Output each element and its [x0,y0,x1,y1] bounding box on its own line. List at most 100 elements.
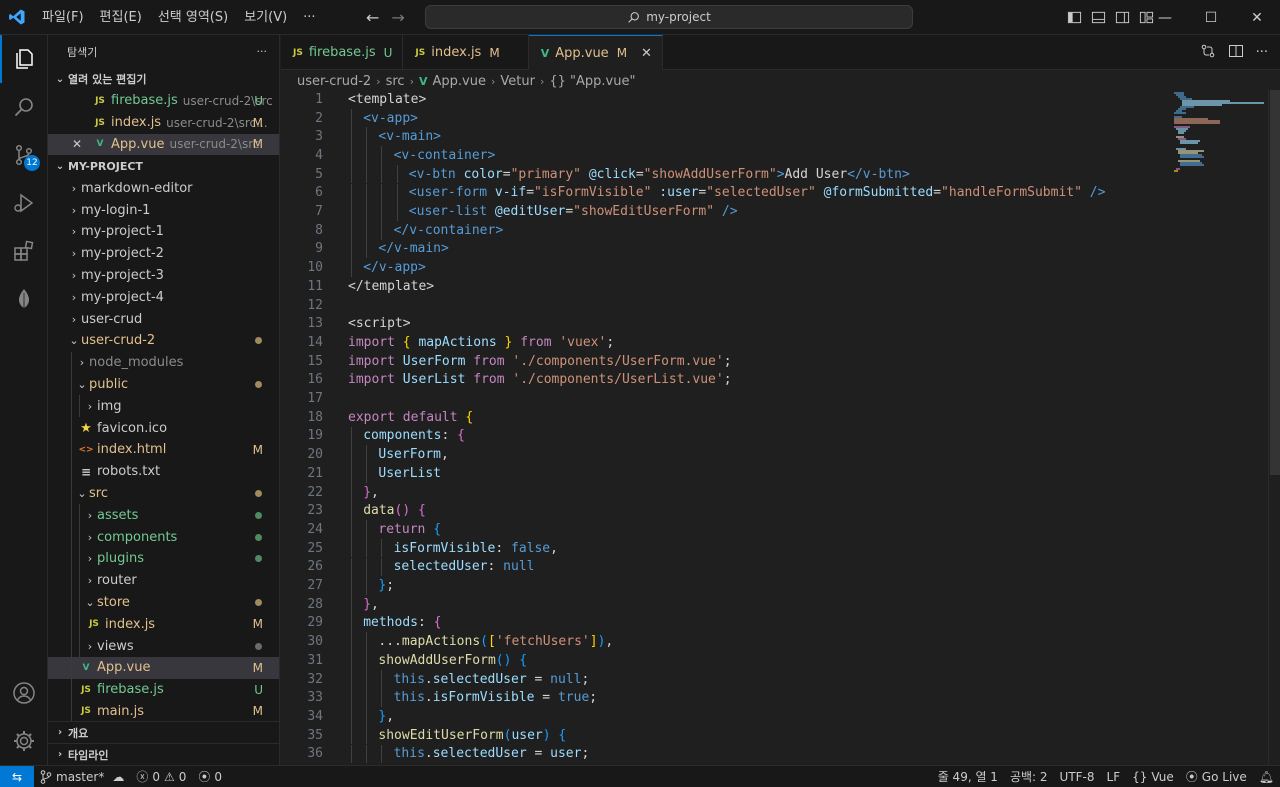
more-actions-icon[interactable]: ··· [257,45,268,58]
accounts-icon[interactable] [0,669,48,717]
tree-folder[interactable]: › my-project-1 [48,221,279,243]
toggle-secondary-sidebar-icon[interactable] [1114,10,1130,26]
more-actions-icon[interactable]: ··· [1256,45,1268,60]
code-line[interactable]: 26 selectedUser: null [281,557,1280,577]
gear-icon[interactable] [0,717,48,765]
tree-folder[interactable]: › views [48,635,279,657]
code-line[interactable]: 12 [281,296,1280,315]
code-line[interactable]: 23 data() { [281,501,1280,521]
code-line[interactable]: 14 import { mapActions } from 'vuex'; [281,333,1280,352]
tree-folder[interactable]: › my-project-4 [48,286,279,308]
branch-status[interactable]: master* ☁ [34,766,130,787]
code-line[interactable]: 16 import UserList from './components/Use… [281,371,1280,390]
close-window-icon[interactable]: ✕ [1234,0,1280,35]
open-editor-item-active[interactable]: ✕ V App.vue user-crud-2\src M [48,133,279,156]
compare-changes-icon[interactable] [1200,43,1216,63]
forward-arrow-icon[interactable]: → [391,8,404,27]
code-line[interactable]: 21 UserList [281,464,1280,483]
outline-section[interactable]: › 개요 [48,721,279,743]
close-icon[interactable]: ✕ [641,46,652,61]
minimap[interactable] [1170,90,1266,765]
tree-folder-open[interactable]: ⌄ src [48,482,279,505]
cursor-position[interactable]: 줄 49, 열 1 [932,766,1004,787]
tree-folder-open[interactable]: ⌄ user-crud-2 [48,330,279,352]
tree-folder[interactable]: › my-login-1 [48,199,279,221]
menu-file[interactable]: 파일(F) [34,0,92,35]
eol-status[interactable]: LF [1101,766,1127,787]
code-line[interactable]: 32 this.selectedUser = null; [281,669,1280,689]
ports-status[interactable]: ⦿ 0 [192,766,228,787]
tab-index-js[interactable]: JS index.js M [403,35,529,70]
tree-folder[interactable]: › my-project-2 [48,243,279,265]
tree-folder[interactable]: › components [48,526,279,548]
code-line[interactable]: 10 </v-app> [281,258,1280,277]
toggle-primary-sidebar-icon[interactable] [1066,10,1082,26]
menu-edit[interactable]: 편집(E) [92,0,150,35]
problems-status[interactable]: ⓧ 0 ⚠ 0 [130,766,192,787]
code-line[interactable]: 11 </template> [281,277,1280,296]
code-editor[interactable]: 1 <template> 2 <v-app> 3 <v-main> 4 <v-containe… [281,90,1280,765]
maximize-icon[interactable]: ☐ [1188,0,1234,35]
code-line[interactable]: 2 <v-app> [281,108,1280,128]
tree-folder[interactable]: › plugins [48,547,279,570]
code-line[interactable]: 15 import UserForm from './components/Use… [281,352,1280,371]
minimize-icon[interactable]: — [1142,0,1188,35]
tree-file[interactable]: <> index.html M [48,438,279,461]
command-center-search[interactable]: my-project [425,5,913,29]
open-editor-item[interactable]: JS index.js user-crud-2\src... M [48,112,279,134]
scrollbar-thumb[interactable] [1270,90,1280,475]
code-line[interactable]: 4 <v-container> [281,146,1280,165]
encoding-status[interactable]: UTF-8 [1054,766,1101,787]
code-line[interactable]: 30 ...mapActions(['fetchUsers']), [281,632,1280,651]
menu-view[interactable]: 보기(V) [236,0,295,35]
code-line[interactable]: 29 methods: { [281,613,1280,633]
tree-folder[interactable]: › router [48,569,279,592]
code-line[interactable]: 9 </v-main> [281,239,1280,259]
code-line[interactable]: 27}; [281,576,1280,595]
explorer-icon[interactable] [0,35,48,83]
close-icon[interactable]: ✕ [72,137,92,151]
tree-folder[interactable]: › assets [48,504,279,527]
tree-file-active[interactable]: V App.vue M [48,656,279,679]
tree-file[interactable]: JS main.js M [48,700,279,723]
code-line[interactable]: 13 <script> [281,314,1280,333]
tree-folder[interactable]: › my-project-3 [48,265,279,287]
code-line[interactable]: 19 components: { [281,426,1280,446]
project-section[interactable]: ⌄ MY-PROJECT [48,155,279,177]
search-view-icon[interactable] [0,83,48,131]
sync-icon[interactable]: ☁ [112,770,124,784]
code-line[interactable]: 7 <user-list @editUser="showEditUserForm"… [281,202,1280,221]
open-editor-item[interactable]: JS firebase.js user-crud-2\src U [48,90,279,112]
tree-file[interactable]: ≡ robots.txt [48,460,279,483]
breadcrumb-item[interactable]: Vetur [500,74,535,89]
code-line[interactable]: 31 showAddUserForm() { [281,651,1280,670]
code-line[interactable]: 6 <user-form v-if="isFormVisible" :user="… [281,183,1280,203]
menu-more[interactable]: ··· [295,0,323,35]
go-live-button[interactable]: ⦿ Go Live [1180,766,1253,787]
vertical-scrollbar[interactable] [1268,90,1280,765]
timeline-section[interactable]: › 타임라인 [48,743,279,765]
code-line[interactable]: 22}, [281,482,1280,502]
breadcrumb-item[interactable]: App.vue [432,74,485,89]
indentation-status[interactable]: 공백: 2 [1004,766,1054,787]
remote-indicator-icon[interactable]: ⇆ [0,765,34,787]
code-line[interactable]: 18 export default { [281,408,1280,427]
tree-folder[interactable]: › node_modules [48,351,279,374]
code-line[interactable]: 34}, [281,707,1280,726]
code-line[interactable]: 36 this.selectedUser = user; [281,744,1280,764]
notifications-bell-icon[interactable]: 🔔︎ [1253,766,1280,787]
menu-selection[interactable]: 선택 영역(S) [150,0,236,35]
code-line[interactable]: 5 <v-btn color="primary" @click="showAddU… [281,164,1280,184]
tree-folder-open[interactable]: ⌄ public [48,373,279,396]
code-line[interactable]: 35 showEditUserForm(user) { [281,725,1280,745]
code-line[interactable]: 25 isFormVisible: false, [281,538,1280,558]
breadcrumb-item[interactable]: {} "App.vue" [549,74,635,89]
tab-app-vue[interactable]: V App.vue M ✕ [528,35,663,70]
split-editor-icon[interactable] [1228,43,1244,63]
code-line[interactable]: 8 </v-container> [281,220,1280,240]
tree-folder[interactable]: › img [48,395,279,418]
extensions-icon[interactable] [0,227,48,275]
code-line[interactable]: 24 return { [281,520,1280,539]
back-arrow-icon[interactable]: ← [366,8,379,27]
tree-file[interactable]: ★ favicon.ico [48,417,279,439]
